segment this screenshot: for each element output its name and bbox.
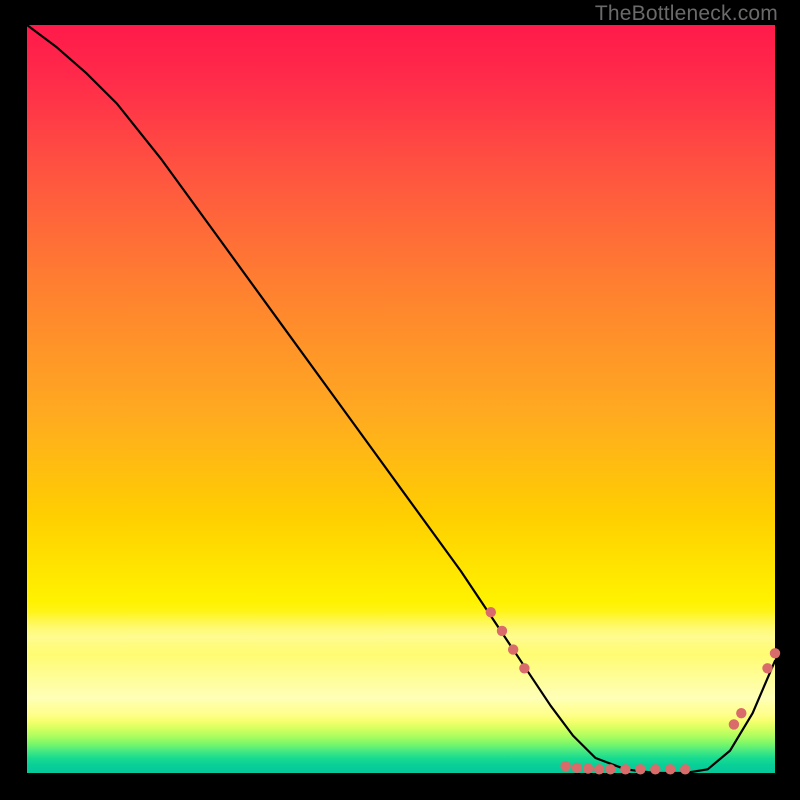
data-point xyxy=(736,708,746,718)
watermark-text: TheBottleneck.com xyxy=(595,2,778,26)
data-point xyxy=(594,764,604,774)
plot-svg xyxy=(27,25,775,773)
data-point xyxy=(497,626,507,636)
data-point xyxy=(770,648,780,658)
data-point xyxy=(519,663,529,673)
data-point xyxy=(560,761,570,771)
data-point xyxy=(486,607,496,617)
data-point xyxy=(729,719,739,729)
data-point xyxy=(665,764,675,774)
data-point xyxy=(762,663,772,673)
data-point xyxy=(583,763,593,773)
data-point xyxy=(620,764,630,774)
chart-stage: TheBottleneck.com xyxy=(0,0,800,800)
bottleneck-curve xyxy=(27,25,775,773)
data-point xyxy=(635,764,645,774)
data-point xyxy=(605,764,615,774)
data-points-group xyxy=(486,607,781,775)
data-point xyxy=(508,644,518,654)
data-point xyxy=(680,764,690,774)
data-point xyxy=(650,764,660,774)
data-point xyxy=(572,763,582,773)
